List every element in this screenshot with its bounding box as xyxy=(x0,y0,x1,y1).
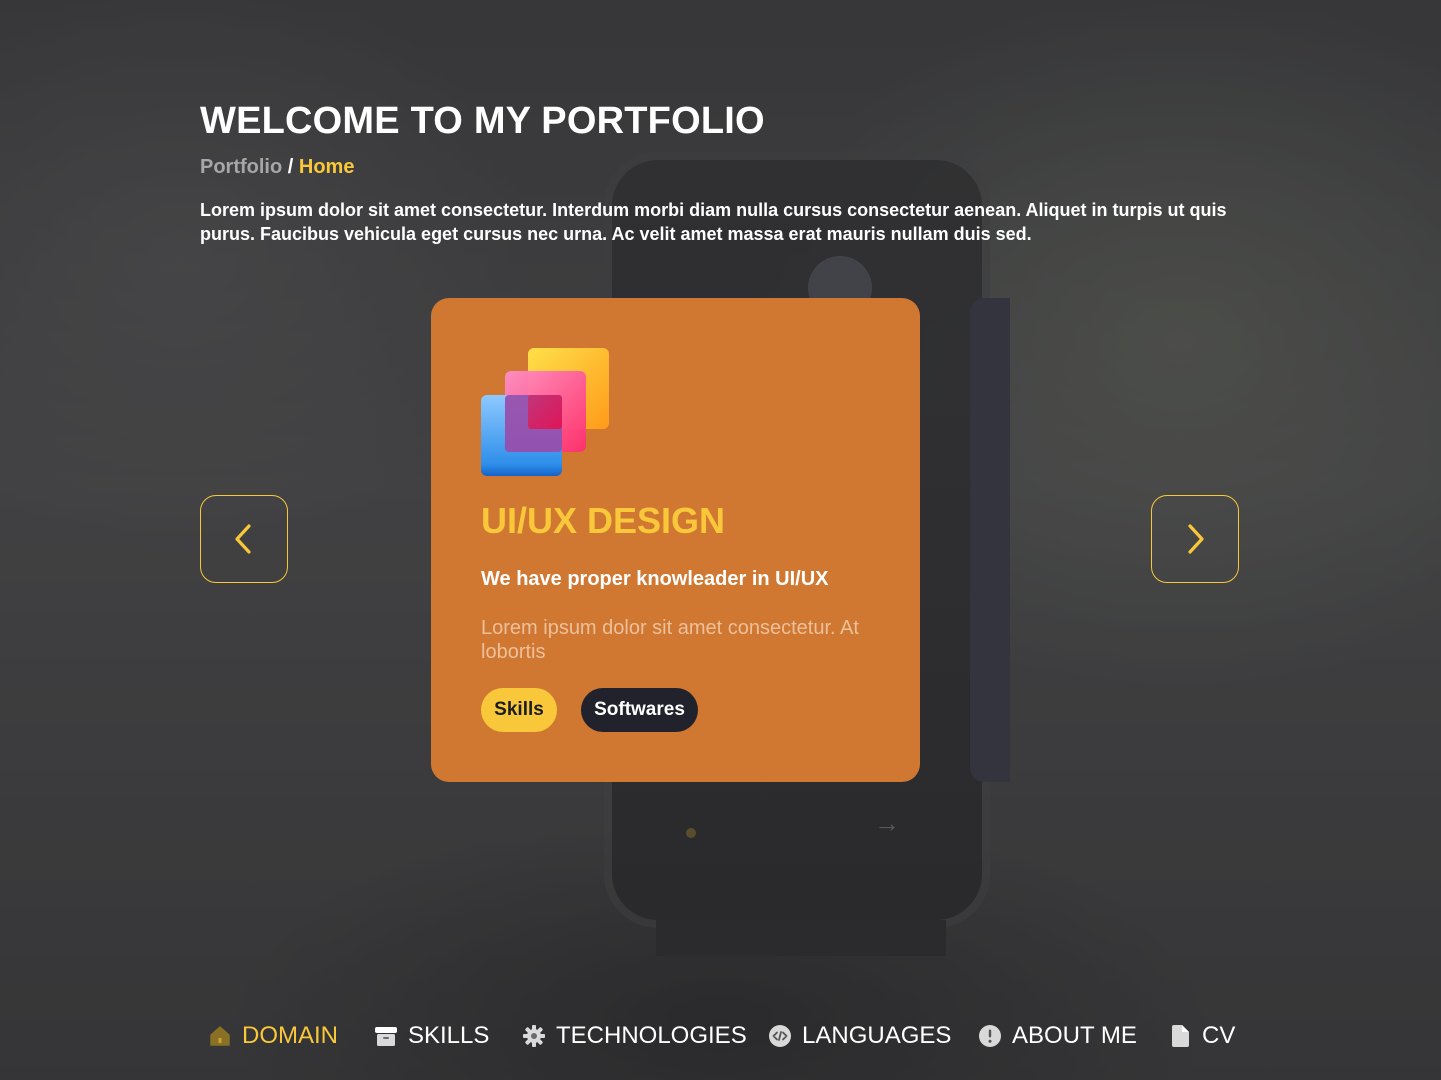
nav-item-skills[interactable]: SKILLS xyxy=(374,1014,489,1058)
document-icon xyxy=(1168,1024,1192,1048)
nav-item-cv[interactable]: CV xyxy=(1168,1014,1235,1058)
next-card-peek[interactable] xyxy=(970,298,1010,782)
nav-item-languages[interactable]: LANGUAGES xyxy=(768,1014,951,1058)
layers-gradient-icon xyxy=(481,348,609,476)
card-title: UI/UX DESIGN xyxy=(481,500,726,541)
nav-item-domain[interactable]: DOMAIN xyxy=(208,1014,338,1058)
nav-item-label: SKILLS xyxy=(408,1022,490,1049)
chevron-left-icon xyxy=(235,524,251,554)
nav-item-label: TECHNOLOGIES xyxy=(556,1022,747,1049)
skills-tag-button[interactable]: Skills xyxy=(481,688,557,732)
info-icon xyxy=(978,1024,1002,1048)
code-icon xyxy=(768,1024,792,1048)
nav-item-label: ABOUT ME xyxy=(1012,1022,1137,1049)
breadcrumb-separator: / xyxy=(282,156,299,178)
nav-item-about-me[interactable]: ABOUT ME xyxy=(978,1014,1137,1058)
intro-text: Lorem ipsum dolor sit amet consectetur. … xyxy=(200,200,1227,244)
card-subtitle: We have proper knowleader in UI/UX xyxy=(481,568,829,590)
carousel-next-button[interactable] xyxy=(1151,495,1239,583)
carousel-prev-button[interactable] xyxy=(200,495,288,583)
archive-icon xyxy=(374,1024,398,1048)
bottom-navigation: DOMAIN SKILLS TECHNOLOGIES LANGUAGES ABO… xyxy=(0,1014,1441,1058)
breadcrumb-current: Home xyxy=(298,156,355,178)
service-card: UI/UX DESIGN We have proper knowleader i… xyxy=(431,298,920,782)
breadcrumb: Portfolio / Home xyxy=(200,156,354,179)
gear-icon xyxy=(522,1024,546,1048)
nav-item-label: CV xyxy=(1202,1022,1236,1049)
card-description: Lorem ipsum dolor sit amet consectetur. … xyxy=(481,617,859,663)
home-icon xyxy=(208,1024,232,1048)
page-title: WELCOME TO MY PORTFOLIO xyxy=(200,100,765,142)
chevron-right-icon xyxy=(1188,524,1204,554)
breadcrumb-parent-link[interactable]: Portfolio xyxy=(200,156,282,178)
softwares-tag-button[interactable]: Softwares xyxy=(581,688,698,732)
nav-item-technologies[interactable]: TECHNOLOGIES xyxy=(522,1014,747,1058)
nav-item-label: LANGUAGES xyxy=(802,1022,952,1049)
nav-item-label: DOMAIN xyxy=(242,1022,338,1049)
